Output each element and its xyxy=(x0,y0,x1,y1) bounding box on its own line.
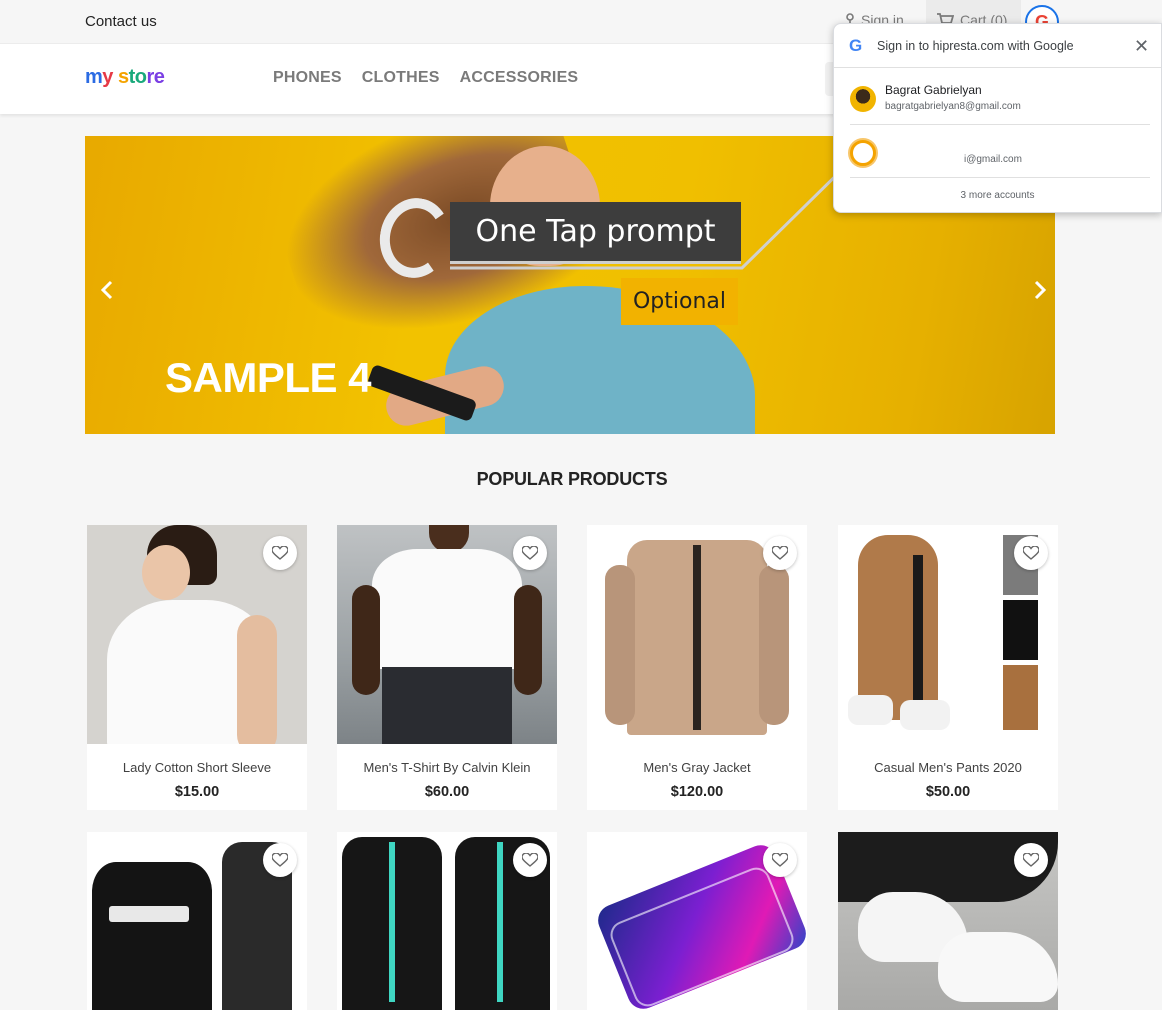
store-logo[interactable]: my store xyxy=(85,66,165,89)
product-name[interactable]: Men's T-Shirt By Calvin Klein xyxy=(337,760,557,775)
product-card[interactable]: Lady Cotton Short Sleeve $15.00 xyxy=(87,525,307,810)
logo-part: to xyxy=(128,66,147,88)
product-price: $15.00 xyxy=(174,784,220,800)
wishlist-button[interactable] xyxy=(263,843,297,877)
product-price: $120.00 xyxy=(670,784,724,800)
google-logo-icon: G xyxy=(849,36,863,55)
chevron-left-icon xyxy=(100,280,113,300)
product-name[interactable]: Men's Gray Jacket xyxy=(587,760,807,775)
wishlist-button[interactable] xyxy=(763,843,797,877)
account-email: bagratgabrielyan8@gmail.com xyxy=(885,101,1021,112)
divider xyxy=(850,177,1150,178)
heart-icon xyxy=(272,853,288,867)
product-price: $50.00 xyxy=(925,784,971,800)
contact-us-link[interactable]: Contact us xyxy=(85,13,157,30)
carousel-prev-button[interactable] xyxy=(97,280,117,300)
main-nav: PHONES CLOTHES ACCESSORIES xyxy=(273,69,578,87)
logo-part: s xyxy=(112,66,129,88)
product-name[interactable]: Casual Men's Pants 2020 xyxy=(838,760,1058,775)
more-accounts-link[interactable]: 3 more accounts xyxy=(834,190,1161,201)
product-card[interactable] xyxy=(337,832,557,1010)
heart-icon xyxy=(522,546,538,560)
product-card[interactable] xyxy=(838,832,1058,1010)
avatar xyxy=(850,86,876,112)
logo-part: re xyxy=(146,66,165,88)
chevron-right-icon xyxy=(1034,280,1047,300)
product-name[interactable]: Lady Cotton Short Sleeve xyxy=(87,760,307,775)
logo-part: y xyxy=(102,66,113,88)
product-card[interactable] xyxy=(87,832,307,1010)
one-tap-prompt-annotation: One Tap prompt xyxy=(450,202,741,264)
divider xyxy=(850,124,1150,125)
heart-icon xyxy=(522,853,538,867)
heart-icon xyxy=(272,546,288,560)
product-price: $60.00 xyxy=(424,784,470,800)
product-card[interactable]: Men's Gray Jacket $120.00 xyxy=(587,525,807,810)
product-card[interactable]: Men's T-Shirt By Calvin Klein $60.00 xyxy=(337,525,557,810)
wishlist-button[interactable] xyxy=(263,536,297,570)
product-card[interactable]: Casual Men's Pants 2020 $50.00 xyxy=(838,525,1058,810)
wishlist-button[interactable] xyxy=(763,536,797,570)
wishlist-button[interactable] xyxy=(513,536,547,570)
account-option[interactable]: Bagrat Gabrielyan bagratgabrielyan8@gmai… xyxy=(834,80,1161,124)
close-icon[interactable]: ✕ xyxy=(1134,36,1149,57)
product-card[interactable] xyxy=(587,832,807,1010)
logo-part: m xyxy=(85,66,103,88)
popup-header: G Sign in to hipresta.com with Google ✕ xyxy=(834,24,1161,68)
heart-icon xyxy=(1023,853,1039,867)
avatar xyxy=(850,140,876,166)
wishlist-button[interactable] xyxy=(1014,843,1048,877)
optional-annotation: Optional xyxy=(621,278,738,325)
wishlist-button[interactable] xyxy=(513,843,547,877)
nav-item-phones[interactable]: PHONES xyxy=(273,69,342,87)
google-one-tap-popup: G Sign in to hipresta.com with Google ✕ … xyxy=(833,23,1162,213)
heart-icon xyxy=(772,853,788,867)
wishlist-button[interactable] xyxy=(1014,536,1048,570)
heart-icon xyxy=(772,546,788,560)
account-email: i@gmail.com xyxy=(964,154,1022,165)
section-title: POPULAR PRODUCTS xyxy=(476,469,668,489)
account-option[interactable]: i@gmail.com xyxy=(834,136,1161,180)
nav-item-clothes[interactable]: CLOTHES xyxy=(362,69,440,87)
heart-icon xyxy=(1023,546,1039,560)
account-name: Bagrat Gabrielyan xyxy=(885,83,982,97)
nav-item-accessories[interactable]: ACCESSORIES xyxy=(460,69,579,87)
popup-title: Sign in to hipresta.com with Google xyxy=(877,39,1074,53)
carousel-next-button[interactable] xyxy=(1030,280,1050,300)
hero-title: SAMPLE 4 xyxy=(165,354,372,401)
